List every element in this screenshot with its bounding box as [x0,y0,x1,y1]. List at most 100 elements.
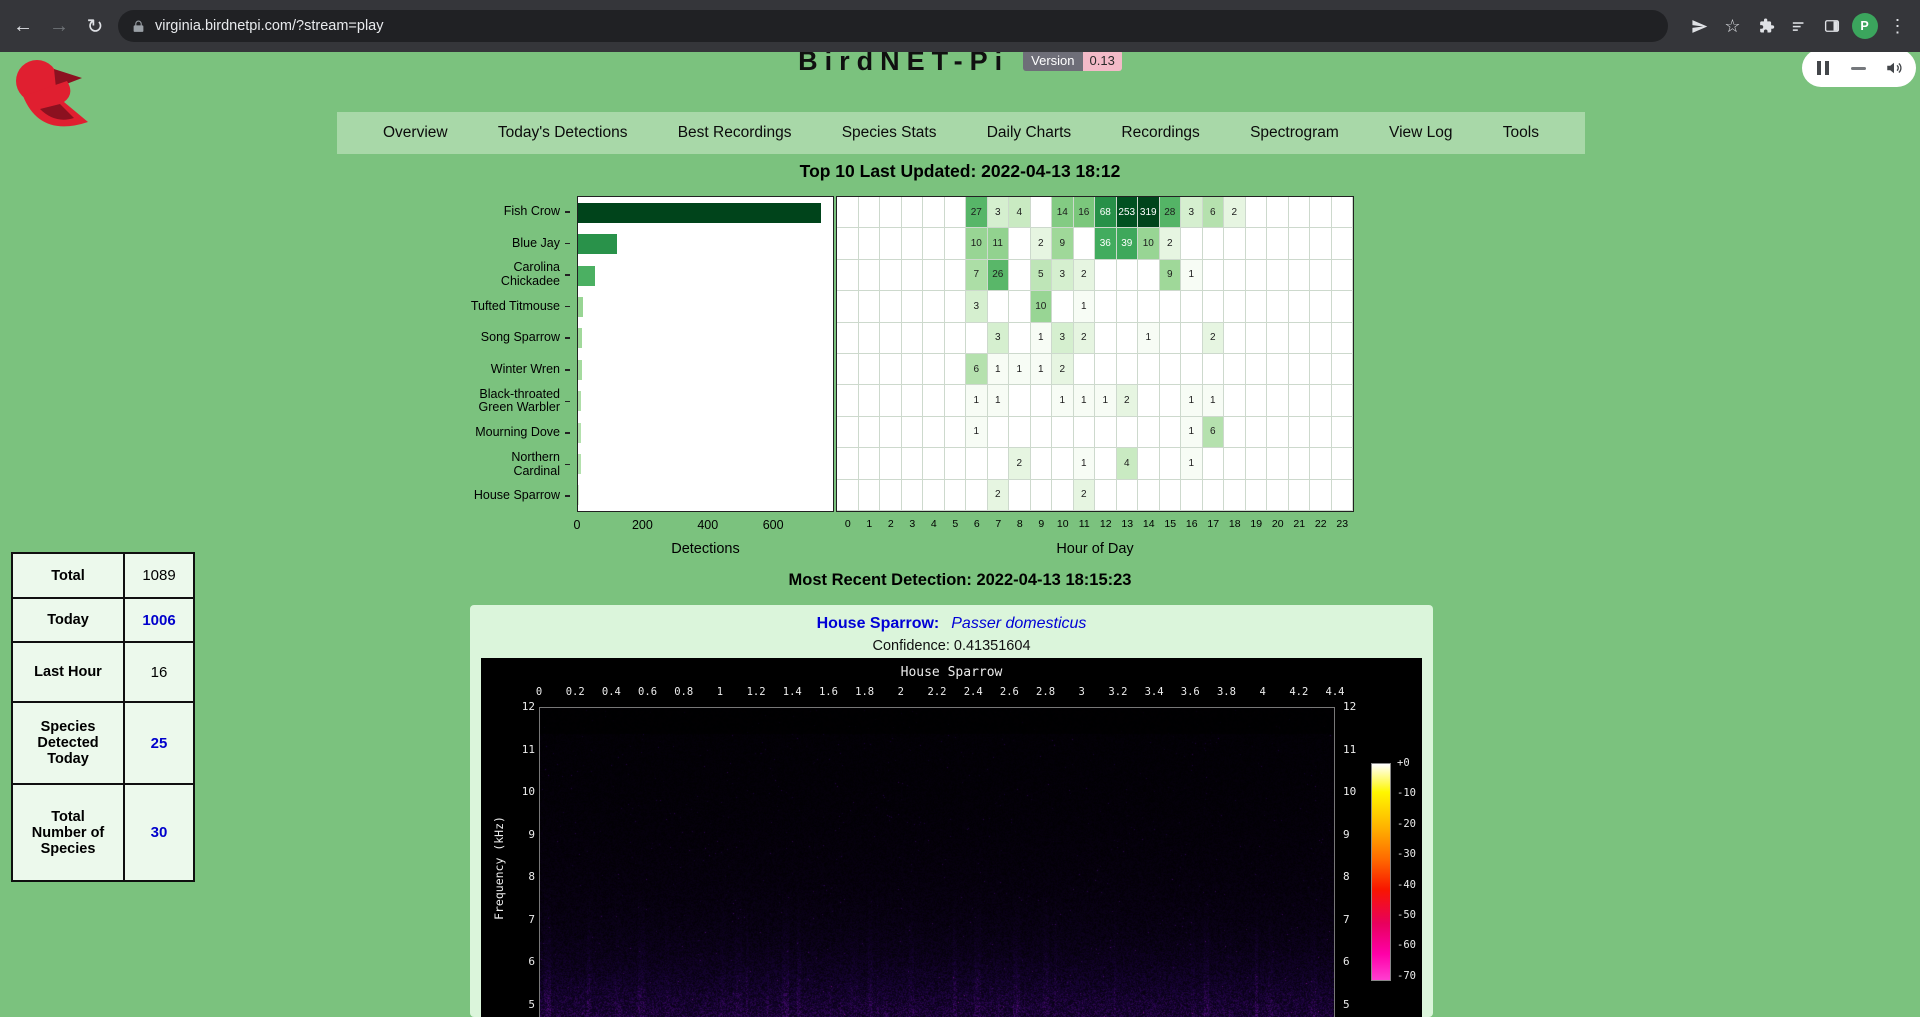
nav-item-species-stats[interactable]: Species Stats [842,124,937,142]
nav-item-overview[interactable]: Overview [383,124,448,142]
side-panel-icon[interactable] [1815,10,1848,43]
most-recent-label: Most Recent Detection: [789,571,972,589]
nav-item-daily-charts[interactable]: Daily Charts [987,124,1071,142]
heatmap-cell [1267,417,1289,448]
spectrogram-y-tick-left: 7 [509,913,535,926]
bookmark-star-icon[interactable]: ☆ [1716,10,1749,43]
volume-icon[interactable] [1885,59,1903,77]
heatmap-cell [945,480,967,511]
url-bar[interactable]: virginia.birdnetpi.com/?stream=play [118,10,1668,42]
heatmap-cell [880,417,902,448]
heatmap-cell [1332,323,1354,354]
stats-label: Species Detected Today [12,702,124,784]
heatmap-cell [1009,385,1031,416]
heatmap-cell [902,323,924,354]
pause-icon[interactable] [1815,61,1831,75]
heatmap-cell [1289,480,1311,511]
heatmap-cell: 2 [1074,480,1096,511]
extensions-puzzle-icon[interactable] [1749,10,1782,43]
reload-button[interactable]: ↻ [76,7,114,45]
heatmap-cell: 3 [966,291,988,322]
spectrogram-y-tick-left: 9 [509,828,535,841]
heatmap-cell [945,448,967,479]
reading-list-icon[interactable] [1782,10,1815,43]
heatmap-cell [1203,448,1225,479]
spectrogram-y-tick-left: 5 [509,998,535,1011]
back-button[interactable]: ← [4,7,42,45]
colorbar-tick: -40 [1397,879,1422,891]
heatmap-cell [837,323,859,354]
heatmap-cell: 3 [988,323,1010,354]
nav-item-tools[interactable]: Tools [1503,124,1539,142]
heatmap-cell [1246,291,1268,322]
nav-item-best-recordings[interactable]: Best Recordings [678,124,792,142]
heatmap-cell [859,385,881,416]
spectrogram-y-tick-right: 8 [1343,870,1369,883]
nav-item-spectrogram[interactable]: Spectrogram [1250,124,1339,142]
hour-tick: 10 [1052,518,1074,530]
profile-avatar[interactable]: P [1848,10,1881,43]
stats-value[interactable]: 1006 [124,598,194,642]
heatmap-cell: 1 [1009,354,1031,385]
nav-item-today-s-detections[interactable]: Today's Detections [498,124,628,142]
spectrogram-colorbar [1371,763,1391,981]
heatmap-cell [1224,228,1246,259]
version-value: 0.13 [1083,50,1122,71]
scientific-name[interactable]: Passer domesticus [951,615,1086,632]
forward-button[interactable]: → [40,7,78,45]
audio-player[interactable] [1802,49,1916,87]
species-label: Tufted Titmouse [430,291,570,323]
heatmap-cell: 3 [1181,197,1203,228]
heatmap-cell [837,417,859,448]
spectrogram-y-tick-right: 9 [1343,828,1369,841]
heatmap-cell [1181,291,1203,322]
hour-tick: 14 [1138,518,1160,530]
seek-bar[interactable] [1851,67,1866,70]
species-label: Song Sparrow [430,322,570,354]
heatmap-cell: 3 [1052,260,1074,291]
heatmap-cell: 6 [966,354,988,385]
heatmap-cell [966,448,988,479]
colorbar-tick: -60 [1397,939,1422,951]
spectrogram-x-tick: 3 [1067,686,1097,698]
heatmap-cell: 2 [1117,385,1139,416]
heatmap-cell [1289,228,1311,259]
nav-item-recordings[interactable]: Recordings [1121,124,1199,142]
heatmap-cell [859,323,881,354]
spectrogram-x-tick: 3.6 [1175,686,1205,698]
heatmap-cell [1009,228,1031,259]
heatmap-cell [902,354,924,385]
send-icon[interactable] [1683,10,1716,43]
heatmap-cell [1224,448,1246,479]
heatmap-cell [1031,448,1053,479]
stats-value[interactable]: 30 [124,784,194,881]
stats-value[interactable]: 25 [124,702,194,784]
stats-row: Today1006 [12,598,194,642]
species-labels: Fish CrowBlue JayCarolina ChickadeeTufte… [430,196,570,512]
heatmap-cell [1332,448,1354,479]
heatmap-cell: 1 [988,354,1010,385]
spectrogram-y-tick-right: 10 [1343,785,1369,798]
heatmap-cell [923,385,945,416]
heatmap-cell: 2 [1009,448,1031,479]
heatmap-cell [880,291,902,322]
browser-menu-kebab-icon[interactable]: ⋮ [1881,10,1914,43]
colorbar-tick: -10 [1397,787,1422,799]
heatmap-cell [1310,354,1332,385]
heatmap-cell [1310,228,1332,259]
species-link[interactable]: House Sparrow: [817,615,940,632]
heatmap-cell [923,354,945,385]
heatmap-cell [1052,417,1074,448]
heatmap-cell [1009,291,1031,322]
nav-item-view-log[interactable]: View Log [1389,124,1452,142]
heatmap-cell: 36 [1095,228,1117,259]
hour-tick: 2 [880,518,902,530]
heatmap-cell [1267,197,1289,228]
screen: ← → ↻ virginia.birdnetpi.com/?stream=pla… [0,0,1920,1017]
heatmap-cell [880,323,902,354]
heatmap-cell: 10 [1138,228,1160,259]
heatmap-cell [902,480,924,511]
bar-panel [577,196,834,512]
heatmap-cell [1246,448,1268,479]
detections-bar [578,234,617,254]
